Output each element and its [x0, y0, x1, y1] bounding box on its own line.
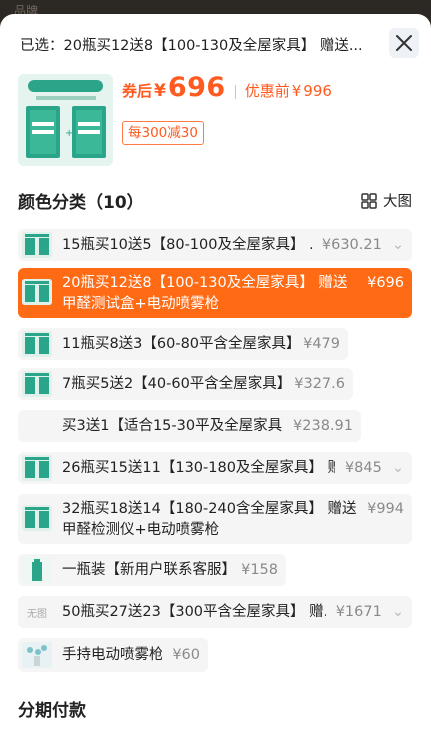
product-thumbnail[interactable]: +	[18, 74, 113, 166]
option-price: ¥845	[344, 459, 382, 476]
original-price-currency: ¥	[291, 82, 302, 100]
option-thumbnail	[22, 642, 52, 668]
option-price: ¥696	[367, 275, 404, 291]
option-price: ¥994	[367, 501, 404, 517]
option-thumbnail	[22, 505, 52, 531]
big-view-label: 大图	[383, 194, 412, 210]
option-item[interactable]: 一瓶装【新用户联系客服】 ¥158	[18, 554, 286, 586]
option-item[interactable]: 15瓶买10送5【80-100及全屋家具】 ... ¥630.21 ⌄	[18, 229, 412, 261]
price-currency: ¥	[154, 81, 166, 101]
original-price: 996	[303, 82, 332, 100]
option-thumbnail: 无图	[27, 608, 47, 620]
option-item-selected[interactable]: 20瓶买12送8【100-130及全屋家具】 赠送甲醛测试盒+电动喷雾枪 ¥69…	[18, 268, 412, 318]
close-button[interactable]	[389, 28, 419, 58]
selected-summary: 已选：20瓶买12送8【100-130及全屋家具】 赠送...	[20, 38, 363, 54]
product-image: +	[18, 74, 113, 166]
option-label: 20瓶买12送8【100-130及全屋家具】 赠送甲醛测试盒+电动喷雾枪	[62, 275, 348, 312]
installment-section-title: 分期付款	[18, 701, 86, 721]
option-item[interactable]: 26瓶买15送11【130-180及全屋家具】 赠... ¥845 ⌄	[18, 452, 412, 484]
option-thumbnail	[22, 331, 52, 357]
option-thumbnail	[22, 371, 52, 397]
section-title: 颜色分类（10）	[18, 193, 144, 213]
after-coupon-label: 券后	[122, 82, 153, 100]
chevron-down-icon: ⌄	[391, 459, 404, 476]
price-divider	[234, 85, 236, 99]
after-coupon-price: 696	[167, 72, 226, 103]
option-price: ¥158	[241, 561, 278, 578]
option-thumbnail	[22, 232, 52, 258]
option-label: 一瓶装【新用户联系客服】	[62, 561, 232, 578]
price-row: 券后 ¥ 696 优惠前 ¥ 996	[122, 72, 332, 112]
option-item[interactable]: 11瓶买8送3【60-80平含全屋家具】 ¥479	[18, 328, 348, 360]
chevron-down-icon: ⌄	[391, 603, 404, 620]
chevron-down-icon: ⌄	[391, 236, 404, 253]
option-price: ¥479	[303, 335, 340, 352]
original-price-label: 优惠前	[244, 82, 290, 100]
option-label: 11瓶买8送3【60-80平含全屋家具】	[62, 335, 294, 352]
option-price: ¥630.21	[321, 236, 382, 253]
option-label: 手持电动喷雾枪	[62, 646, 163, 663]
close-icon	[396, 35, 412, 51]
option-price: ¥327.6	[294, 375, 345, 392]
option-label: 32瓶买18送14【180-240含全屋家具】 赠送甲醛检测仪+电动喷雾枪	[62, 501, 357, 538]
option-thumbnail	[22, 455, 52, 481]
option-item[interactable]: 买3送1【适合15-30平及全屋家具】 ¥238.91	[18, 410, 361, 442]
coupon-badge[interactable]: 每300减30	[122, 121, 204, 145]
option-item[interactable]: 32瓶买18送14【180-240含全屋家具】 赠送甲醛检测仪+电动喷雾枪 ¥9…	[18, 494, 412, 544]
option-label: 7瓶买5送2【40-60平含全屋家具】	[62, 375, 285, 392]
big-view-toggle[interactable]: 大图	[361, 190, 412, 211]
grid-icon	[361, 192, 377, 209]
option-thumbnail	[22, 279, 52, 305]
option-price: ¥60	[172, 646, 200, 663]
option-item[interactable]: 手持电动喷雾枪 ¥60	[18, 638, 208, 672]
option-label: 50瓶买27送23【300平含全屋家具】 赠...	[62, 603, 326, 620]
option-item[interactable]: 无图 50瓶买27送23【300平含全屋家具】 赠... ¥1671 ⌄	[18, 596, 412, 628]
option-thumbnail	[22, 557, 52, 583]
option-label: 26瓶买15送11【130-180及全屋家具】 赠...	[62, 459, 335, 476]
option-thumbnail	[22, 413, 52, 439]
sku-selection-sheet: 已选：20瓶买12送8【100-130及全屋家具】 赠送... + 券后 ¥ 6…	[0, 14, 431, 734]
option-price: ¥238.91	[293, 417, 353, 434]
option-price: ¥1671	[335, 603, 382, 620]
option-label: 买3送1【适合15-30平及全屋家具】	[62, 417, 284, 434]
option-label: 15瓶买10送5【80-100及全屋家具】 ...	[62, 236, 312, 253]
option-item[interactable]: 7瓶买5送2【40-60平含全屋家具】 ¥327.6	[18, 368, 353, 400]
